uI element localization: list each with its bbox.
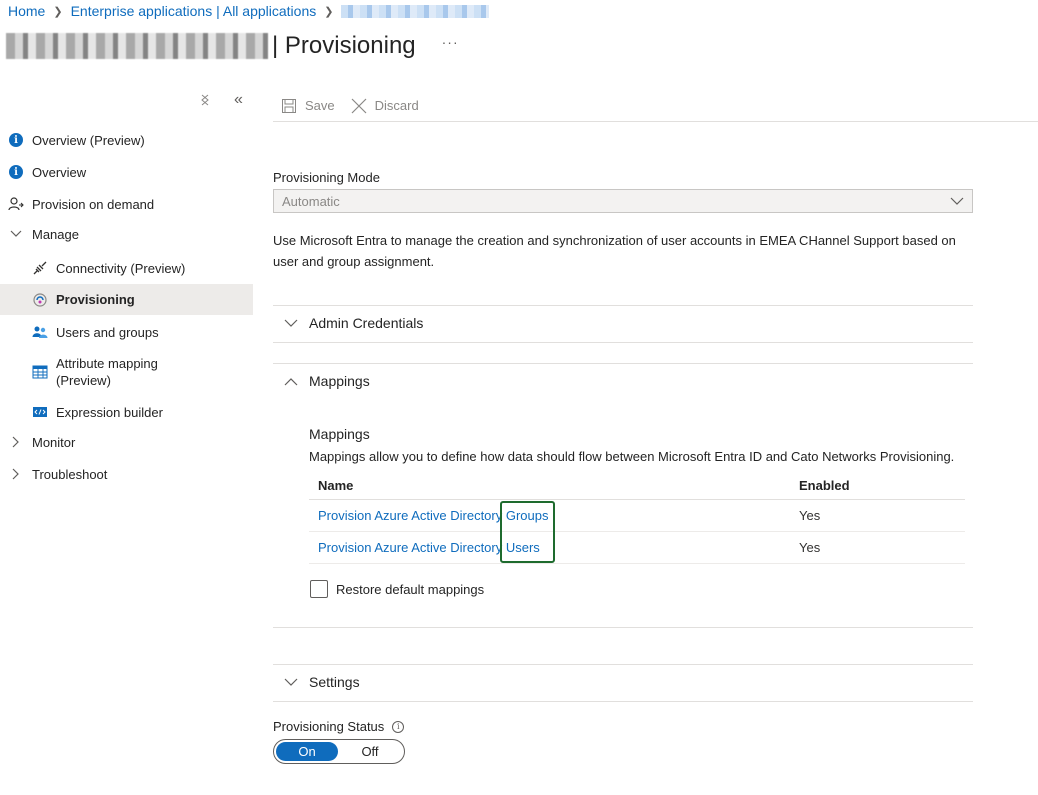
save-label: Save	[305, 98, 335, 113]
sidebar-item-label: Overview	[32, 164, 87, 180]
column-header-name: Name	[318, 478, 354, 493]
mappings-title: Mappings	[309, 426, 370, 442]
breadcrumb-separator-icon: ❯	[324, 5, 334, 18]
sidebar-item-label: Monitor	[32, 434, 76, 450]
provisioning-status-text: Provisioning Status	[273, 719, 385, 734]
mappings-table: Name Enabled Provision Azure Active Dire…	[309, 472, 965, 564]
provisioning-icon	[32, 292, 48, 308]
sidebar-item-label: Expression builder	[56, 404, 163, 420]
sidebar-item-overview-preview[interactable]: i Overview (Preview)	[8, 130, 253, 150]
table-row: Provision Azure Active Directory Groups …	[309, 500, 965, 532]
section-mappings[interactable]: Mappings	[284, 373, 370, 389]
sidebar-item-label: Connectivity (Preview)	[56, 260, 186, 276]
sidebar-item-label: Manage	[32, 226, 79, 242]
chevron-right-icon	[8, 466, 24, 482]
checkbox-icon[interactable]	[310, 580, 328, 598]
app-name-redacted	[6, 33, 268, 59]
sidebar-item-overview[interactable]: i Overview	[8, 162, 253, 182]
breadcrumb-app-link-redacted[interactable]	[341, 4, 490, 18]
section-settings[interactable]: Settings	[284, 674, 360, 690]
mapping-enabled-value: Yes	[799, 508, 821, 523]
sidebar-item-users-and-groups[interactable]: Users and groups	[32, 322, 253, 342]
provisioning-mode-label: Provisioning Mode	[273, 170, 380, 185]
attribute-mapping-label-line1: Attribute mapping	[56, 356, 158, 371]
divider	[273, 342, 973, 343]
provision-user-icon	[8, 196, 24, 212]
column-header-enabled: Enabled	[799, 478, 850, 493]
divider	[273, 664, 973, 665]
command-bar: Save Discard	[273, 90, 1038, 122]
collapse-sidebar-icon[interactable]: «	[234, 91, 243, 109]
table-row: Provision Azure Active Directory Users Y…	[309, 532, 965, 564]
sidebar: «	[0, 88, 253, 118]
more-options-button[interactable]: ···	[442, 34, 459, 50]
info-icon[interactable]: i	[392, 720, 405, 733]
breadcrumb-separator-icon: ❯	[53, 5, 63, 18]
discard-button[interactable]: Discard	[351, 98, 419, 114]
sidebar-item-expression-builder[interactable]: Expression builder	[32, 402, 253, 422]
divider	[273, 305, 973, 306]
close-icon	[351, 98, 367, 113]
sidebar-item-label: Provisioning	[56, 292, 135, 307]
users-icon	[32, 324, 48, 340]
sidebar-item-provision-on-demand[interactable]: Provision on demand	[8, 194, 253, 214]
toggle-off-option[interactable]: Off	[338, 744, 402, 759]
sidebar-item-provisioning[interactable]: Provisioning	[0, 284, 253, 315]
save-button[interactable]: Save	[281, 98, 335, 114]
sidebar-group-manage[interactable]: Manage	[8, 224, 253, 244]
provisioning-status-toggle[interactable]: On Off	[273, 739, 405, 764]
provisioning-mode-dropdown[interactable]: Automatic	[273, 189, 973, 213]
sidebar-item-label: Troubleshoot	[32, 466, 108, 482]
clear-search-icon[interactable]	[200, 93, 210, 109]
restore-default-mappings-label: Restore default mappings	[336, 581, 485, 597]
attribute-mapping-label-line2: (Preview)	[56, 373, 111, 388]
breadcrumb-home-link[interactable]: Home	[8, 3, 45, 19]
restore-default-mappings-checkbox[interactable]: Restore default mappings	[310, 580, 484, 598]
chevron-down-icon	[8, 226, 24, 242]
divider	[273, 363, 973, 364]
info-icon: i	[8, 164, 24, 180]
section-title: Settings	[309, 674, 360, 690]
sidebar-item-attribute-mapping[interactable]: Attribute mapping (Preview)	[32, 355, 253, 389]
provisioning-status-label: Provisioning Status i	[273, 719, 405, 734]
save-icon	[282, 98, 296, 113]
chevron-down-icon	[284, 319, 298, 328]
sidebar-controls: «	[0, 88, 253, 118]
chevron-right-icon	[8, 434, 24, 450]
discard-label: Discard	[374, 98, 419, 113]
provisioning-mode-value: Automatic	[282, 194, 340, 209]
sidebar-item-label: Provision on demand	[32, 196, 155, 212]
sidebar-item-connectivity[interactable]: Connectivity (Preview)	[32, 258, 253, 278]
breadcrumb: Home ❯ Enterprise applications | All app…	[8, 3, 490, 19]
section-admin-credentials[interactable]: Admin Credentials	[284, 315, 423, 331]
section-title: Admin Credentials	[309, 315, 424, 331]
mappings-description: Mappings allow you to define how data sh…	[309, 449, 955, 464]
divider	[273, 627, 973, 628]
sidebar-group-troubleshoot[interactable]: Troubleshoot	[8, 464, 253, 484]
expression-builder-icon	[32, 404, 48, 420]
mapping-enabled-value: Yes	[799, 540, 821, 555]
highlight-annotation-box	[500, 501, 555, 563]
page-header: | Provisioning ···	[6, 32, 459, 60]
sidebar-item-label: Users and groups	[56, 324, 159, 340]
provisioning-description: Use Microsoft Entra to manage the creati…	[273, 233, 956, 269]
attribute-mapping-icon	[32, 364, 48, 380]
chevron-down-icon	[284, 678, 298, 687]
chevron-down-icon	[950, 194, 964, 209]
breadcrumb-enterprise-apps-link[interactable]: Enterprise applications | All applicatio…	[71, 3, 317, 19]
divider	[273, 701, 973, 702]
table-header: Name Enabled	[309, 472, 965, 500]
sidebar-item-label: Attribute mapping (Preview)	[56, 355, 158, 389]
sidebar-item-label: Overview (Preview)	[32, 132, 145, 148]
info-icon: i	[8, 132, 24, 148]
sidebar-group-monitor[interactable]: Monitor	[8, 432, 253, 452]
section-title: Mappings	[309, 373, 370, 389]
plug-icon	[32, 260, 48, 276]
chevron-up-icon	[284, 377, 298, 386]
page-title: | Provisioning	[272, 32, 416, 59]
toggle-on-option[interactable]: On	[276, 742, 338, 761]
